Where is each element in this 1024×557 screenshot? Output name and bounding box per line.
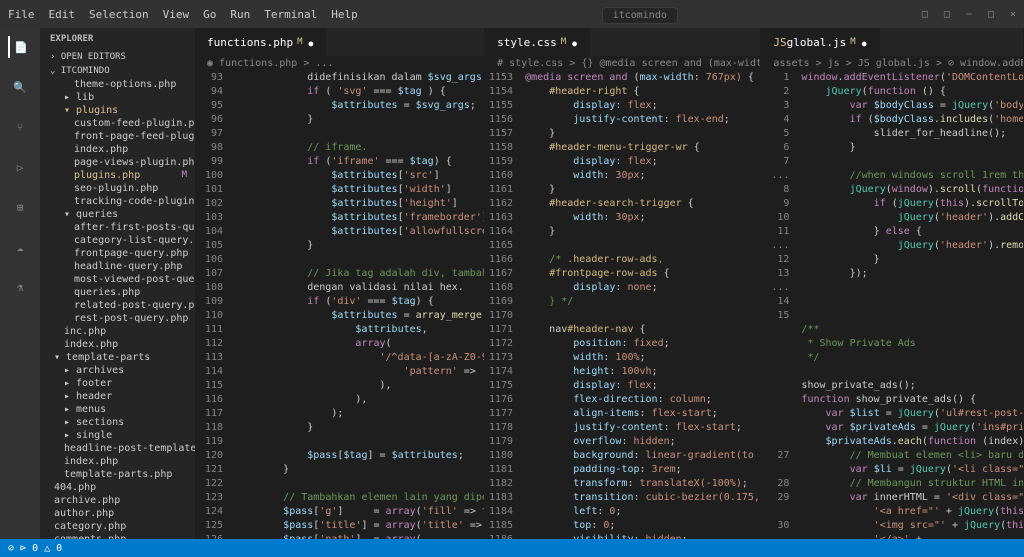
tree-item-menus[interactable]: ▸ menus bbox=[40, 403, 195, 416]
editor-pane-2: style.css M # style.css > {} @media scre… bbox=[485, 28, 761, 539]
gutter-1: 9394959697989910010110210310410510610710… bbox=[195, 71, 235, 539]
menu-file[interactable]: File bbox=[8, 8, 35, 21]
tab-dirty-icon bbox=[303, 36, 314, 49]
window-controls: □ □ − □ × bbox=[922, 9, 1016, 20]
tree-item-lib[interactable]: ▸ lib bbox=[40, 91, 195, 104]
tree-item-index-php[interactable]: index.php bbox=[40, 338, 195, 351]
remote-icon[interactable]: ☁ bbox=[9, 236, 31, 258]
tree-item-author-php[interactable]: author.php bbox=[40, 507, 195, 520]
tree-item-single[interactable]: ▸ single bbox=[40, 429, 195, 442]
tree-item-related-post-query-php[interactable]: related-post-query.php bbox=[40, 299, 195, 312]
gutter-2: 1153115411551156115711581159116011611162… bbox=[485, 71, 525, 539]
tree-item-seo-plugin-php[interactable]: seo-plugin.php bbox=[40, 182, 195, 195]
editor-content-2[interactable]: 1153115411551156115711581159116011611162… bbox=[485, 71, 760, 539]
breadcrumb-2[interactable]: # style.css > {} @media screen and (max-… bbox=[485, 56, 760, 71]
tree-item-archive-php[interactable]: archive.php bbox=[40, 494, 195, 507]
window-control-3[interactable]: □ bbox=[988, 9, 994, 20]
tree-item-sections[interactable]: ▸ sections bbox=[40, 416, 195, 429]
file-tree: theme-options.php▸ lib▾ pluginscustom-fe… bbox=[40, 78, 195, 539]
tree-item-queries[interactable]: ▾ queries bbox=[40, 208, 195, 221]
tree-item-404-php[interactable]: 404.php bbox=[40, 481, 195, 494]
tab-bar-2: style.css M bbox=[485, 28, 760, 56]
tab-label: global.js bbox=[787, 36, 847, 49]
tree-item-index-php[interactable]: index.php bbox=[40, 455, 195, 468]
debug-icon[interactable]: ▷ bbox=[9, 156, 31, 178]
tree-item-headline-post-template-php[interactable]: headline-post-template.php bbox=[40, 442, 195, 455]
editor-content-3[interactable]: 1234567...891011...1213...141527282930 w… bbox=[761, 71, 1023, 539]
tree-item-category-list-query-php[interactable]: category-list-query.php bbox=[40, 234, 195, 247]
workspace-section[interactable]: ⌄ ITCOMINDO bbox=[40, 64, 195, 78]
gutter-3: 1234567...891011...1213...141527282930 bbox=[761, 71, 801, 539]
command-center-search[interactable]: itcomindo bbox=[602, 7, 678, 24]
tree-item-template-parts-php[interactable]: template-parts.php bbox=[40, 468, 195, 481]
breadcrumb-1[interactable]: ◉ functions.php > ... bbox=[195, 56, 484, 71]
tab-dirty-icon bbox=[566, 36, 577, 49]
tree-item-custom-feed-plugin-php[interactable]: custom-feed-plugin.php bbox=[40, 117, 195, 130]
test-icon[interactable]: ⚗ bbox=[9, 276, 31, 298]
tree-item-front-page-feed-plugin-php[interactable]: front-page-feed-plugin.php bbox=[40, 130, 195, 143]
code-area-1[interactable]: didefinisikan dalam $svg_args. if ( 'svg… bbox=[235, 71, 484, 539]
tree-item-header[interactable]: ▸ header bbox=[40, 390, 195, 403]
menu-help[interactable]: Help bbox=[331, 8, 358, 21]
tree-item-queries-php[interactable]: queries.php bbox=[40, 286, 195, 299]
breadcrumb-3[interactable]: assets > js > JS global.js > ⊘ window.ad… bbox=[761, 56, 1023, 71]
code-area-2[interactable]: @media screen and (max-width: 767px) { #… bbox=[525, 71, 760, 539]
sidebar-title: EXPLORER bbox=[40, 28, 195, 50]
tree-item-template-parts[interactable]: ▾ template-parts bbox=[40, 351, 195, 364]
tab-bar-1: functions.php M bbox=[195, 28, 484, 56]
menu-run[interactable]: Run bbox=[230, 8, 250, 21]
tab-functions-php[interactable]: functions.php M bbox=[195, 28, 326, 56]
tree-item-frontpage-query-php[interactable]: frontpage-query.php bbox=[40, 247, 195, 260]
code-area-3[interactable]: window.addEventListener('DOMContentLoade… bbox=[801, 71, 1023, 539]
menu-edit[interactable]: Edit bbox=[49, 8, 76, 21]
extensions-icon[interactable]: ⊞ bbox=[9, 196, 31, 218]
tab-bar-3: JS global.js M bbox=[761, 28, 1023, 56]
editors-area: functions.php M ◉ functions.php > ... 93… bbox=[195, 28, 1024, 539]
window-control-1[interactable]: □ bbox=[944, 9, 950, 20]
main-area: 📄 🔍 ⑂ ▷ ⊞ ☁ ⚗ EXPLORER › OPEN EDITORS ⌄ … bbox=[0, 28, 1024, 539]
tab-global-js[interactable]: JS global.js M bbox=[761, 28, 879, 56]
tree-item-headline-query-php[interactable]: headline-query.php bbox=[40, 260, 195, 273]
explorer-icon[interactable]: 📄 bbox=[8, 36, 30, 58]
menu-selection[interactable]: Selection bbox=[89, 8, 149, 21]
tree-item-plugins[interactable]: ▾ plugins bbox=[40, 104, 195, 117]
menu-go[interactable]: Go bbox=[203, 8, 216, 21]
activity-bar: 📄 🔍 ⑂ ▷ ⊞ ☁ ⚗ bbox=[0, 28, 40, 539]
tree-item-footer[interactable]: ▸ footer bbox=[40, 377, 195, 390]
tab-dirty-icon bbox=[856, 36, 867, 49]
tree-item-archives[interactable]: ▸ archives bbox=[40, 364, 195, 377]
menu-terminal[interactable]: Terminal bbox=[264, 8, 317, 21]
status-text: ⊘ ⊳ 0 △ 0 bbox=[8, 543, 62, 554]
tree-item-rest-post-query-php[interactable]: rest-post-query.php bbox=[40, 312, 195, 325]
workspace-label: ITCOMINDO bbox=[61, 66, 110, 76]
editor-content-1[interactable]: 9394959697989910010110210310410510610710… bbox=[195, 71, 484, 539]
tree-item-theme-options-php[interactable]: theme-options.php bbox=[40, 78, 195, 91]
tree-item-plugins-php[interactable]: plugins.phpM bbox=[40, 169, 195, 182]
title-center: itcomindo bbox=[358, 8, 922, 21]
tree-item-inc-php[interactable]: inc.php bbox=[40, 325, 195, 338]
menu-bar: File Edit Selection View Go Run Terminal Help bbox=[8, 8, 358, 21]
status-bar[interactable]: ⊘ ⊳ 0 △ 0 bbox=[0, 539, 1024, 557]
tree-item-most-viewed-post-query-php[interactable]: most-viewed-post-query.php bbox=[40, 273, 195, 286]
tree-item-page-views-plugin-php[interactable]: page-views-plugin.php bbox=[40, 156, 195, 169]
open-editors-section[interactable]: › OPEN EDITORS bbox=[40, 50, 195, 64]
tree-item-index-php[interactable]: index.php bbox=[40, 143, 195, 156]
window-control-2[interactable]: − bbox=[966, 9, 972, 20]
search-icon[interactable]: 🔍 bbox=[9, 76, 31, 98]
tree-item-after-first-posts-query-php[interactable]: after-first-posts-query.php bbox=[40, 221, 195, 234]
tree-item-tracking-code-plugin-php[interactable]: tracking-code-plugin.php bbox=[40, 195, 195, 208]
title-bar: File Edit Selection View Go Run Terminal Help i… bbox=[0, 0, 1024, 28]
source-control-icon[interactable]: ⑂ bbox=[9, 116, 31, 138]
window-control-0[interactable]: □ bbox=[922, 9, 928, 20]
tab-label: style.css bbox=[497, 36, 557, 49]
tree-item-category-php[interactable]: category.php bbox=[40, 520, 195, 533]
editor-pane-1: functions.php M ◉ functions.php > ... 93… bbox=[195, 28, 485, 539]
tab-label: functions.php bbox=[207, 36, 293, 49]
editor-pane-3: JS global.js M assets > js > JS global.j… bbox=[761, 28, 1024, 539]
menu-view[interactable]: View bbox=[163, 8, 190, 21]
window-control-4[interactable]: × bbox=[1010, 9, 1016, 20]
sidebar: EXPLORER › OPEN EDITORS ⌄ ITCOMINDO them… bbox=[40, 28, 195, 539]
open-editors-label: OPEN EDITORS bbox=[61, 52, 126, 62]
tab-style-css[interactable]: style.css M bbox=[485, 28, 590, 56]
